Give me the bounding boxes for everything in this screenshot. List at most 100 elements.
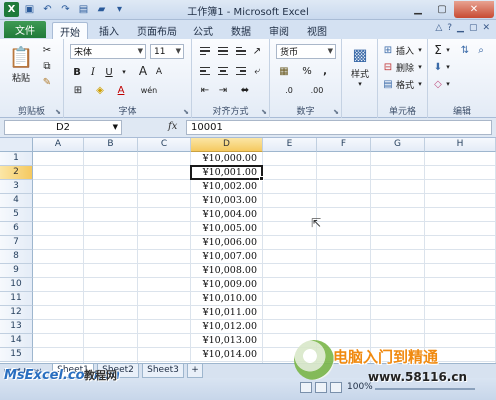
row-header-11[interactable]: 11 [0,292,33,306]
shrink-font-button[interactable]: A [152,65,166,79]
worksheet-grid[interactable]: A B C D E F G H 1 2 3 4 5 6 7 8 9 10 11 12 13 14 15 ¥10,000.00 ¥… [0,138,496,363]
row-header-13[interactable]: 13 [0,320,33,334]
sheet-tab-3[interactable]: Sheet3 [142,364,184,378]
border-icon[interactable]: ⊞ [70,83,86,97]
delete-cells-label[interactable]: 删除 [394,61,416,74]
workbook-minimize-icon[interactable]: ▁ [457,23,464,33]
row-header-9[interactable]: 9 [0,264,33,278]
minimize-button[interactable]: ▁ [406,1,430,18]
page-layout-view-icon[interactable] [315,382,327,393]
percent-button[interactable]: % [300,64,314,78]
chevron-down-icon[interactable]: ▾ [416,78,424,90]
tab-formulas[interactable]: 公式 [188,22,218,39]
cell-d13[interactable]: ¥10,012.00 [191,320,263,334]
select-all-corner[interactable] [0,138,33,152]
cell-d10[interactable]: ¥10,009.00 [191,278,263,292]
chevron-down-icon[interactable]: ▾ [444,78,452,90]
workbook-close-icon[interactable]: ✕ [482,23,490,33]
cell-d7[interactable]: ¥10,006.00 [191,236,263,250]
font-color-button[interactable]: A [114,83,128,97]
accounting-format-icon[interactable]: ▦ [276,64,292,78]
format-cells-icon[interactable]: ▤ [382,78,394,90]
paste-icon[interactable]: 📋 [8,43,34,71]
help-icon[interactable]: ? [447,23,452,33]
align-right-icon[interactable] [234,65,248,77]
fill-color-icon[interactable]: ◈ [92,83,108,97]
tab-view[interactable]: 视图 [302,22,332,39]
cell-d11[interactable]: ¥10,010.00 [191,292,263,306]
row-header-1[interactable]: 1 [0,152,33,166]
align-left-icon[interactable] [198,65,212,77]
dialog-launcher-icon[interactable]: ⬊ [55,108,61,116]
column-header-d[interactable]: D [191,138,263,152]
chevron-down-icon[interactable]: ▾ [120,65,128,79]
insert-function-button[interactable]: fx [168,121,177,132]
increase-decimal-button[interactable]: .0 [278,83,300,97]
dialog-launcher-icon[interactable]: ⬊ [333,108,339,116]
fill-icon[interactable]: ⬇ [432,61,444,73]
tab-home[interactable]: 开始 [52,22,88,39]
normal-view-icon[interactable] [300,382,312,393]
align-center-icon[interactable] [216,65,230,77]
column-header-b[interactable]: B [84,138,138,152]
fill-handle[interactable] [259,176,264,181]
chevron-down-icon[interactable]: ▾ [444,61,452,73]
align-top-icon[interactable] [198,45,212,57]
phonetic-button[interactable]: wén [136,83,162,97]
find-select-icon[interactable]: ⌕ [474,43,488,57]
row-header-15[interactable]: 15 [0,348,33,362]
cell-d1[interactable]: ¥10,000.00 [191,152,263,166]
increase-indent-icon[interactable]: ⇥ [216,83,230,97]
tab-file[interactable]: 文件 [4,21,46,38]
row-header-2[interactable]: 2 [0,166,33,180]
align-middle-icon[interactable] [216,45,230,57]
maximize-button[interactable]: ▢ [430,1,454,18]
formula-input[interactable]: 10001 [186,120,492,135]
decrease-decimal-button[interactable]: .00 [304,83,330,97]
delete-cells-icon[interactable]: ⊟ [382,61,394,73]
bold-button[interactable]: B [70,65,84,79]
insert-sheet-icon[interactable]: + [187,364,203,378]
tab-page-layout[interactable]: 页面布局 [132,22,182,39]
cell-d5[interactable]: ¥10,004.00 [191,208,263,222]
font-size-combo[interactable]: 11 ▼ [150,44,184,59]
column-header-e[interactable]: E [263,138,317,152]
row-header-12[interactable]: 12 [0,306,33,320]
italic-button[interactable]: I [86,65,100,79]
number-format-combo[interactable]: 货币 ▼ [276,44,336,59]
align-bottom-icon[interactable] [234,45,248,57]
chevron-down-icon[interactable]: ▾ [444,44,452,56]
cell-d3[interactable]: ¥10,002.00 [191,180,263,194]
column-header-f[interactable]: F [317,138,371,152]
column-header-g[interactable]: G [371,138,425,152]
comma-button[interactable]: , [318,64,332,78]
cell-d4[interactable]: ¥10,003.00 [191,194,263,208]
format-painter-icon[interactable]: ✎ [40,75,54,89]
dialog-launcher-icon[interactable]: ⬊ [183,108,189,116]
font-name-combo[interactable]: 宋体 ▼ [70,44,146,59]
cell-d8[interactable]: ¥10,007.00 [191,250,263,264]
chevron-down-icon[interactable]: ▾ [416,44,424,56]
column-header-c[interactable]: C [138,138,191,152]
zoom-slider[interactable] [375,388,475,390]
row-header-6[interactable]: 6 [0,222,33,236]
tab-data[interactable]: 数据 [226,22,256,39]
autosum-button[interactable]: Σ [432,43,444,57]
copy-icon[interactable]: ⧉ [40,59,54,73]
row-header-7[interactable]: 7 [0,236,33,250]
cut-icon[interactable]: ✂ [40,43,54,57]
cell-styles-icon[interactable]: ▩ [350,43,370,65]
decrease-indent-icon[interactable]: ⇤ [198,83,212,97]
underline-button[interactable]: U [102,65,116,79]
tab-review[interactable]: 审阅 [264,22,294,39]
merge-center-icon[interactable]: ⬌ [236,83,254,97]
column-header-h[interactable]: H [425,138,496,152]
name-box[interactable]: D2 ▼ [4,120,122,135]
sort-filter-icon[interactable]: ⇅ [458,43,472,57]
cell-d6[interactable]: ¥10,005.00 [191,222,263,236]
tab-insert[interactable]: 插入 [92,22,126,39]
column-header-a[interactable]: A [33,138,84,152]
row-header-5[interactable]: 5 [0,208,33,222]
cell-d12[interactable]: ¥10,011.00 [191,306,263,320]
workbook-restore-icon[interactable]: ▢ [469,23,478,33]
